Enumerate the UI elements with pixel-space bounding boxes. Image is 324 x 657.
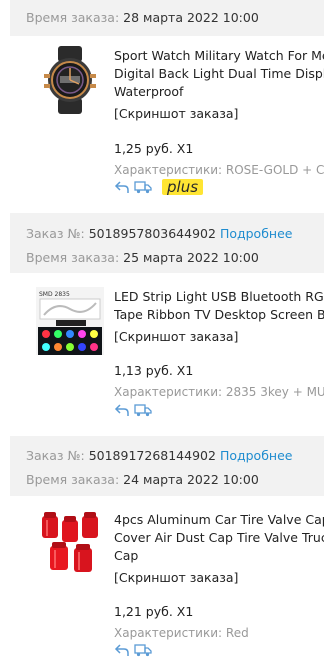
delivery-truck-icon[interactable] xyxy=(134,180,152,194)
item-title[interactable]: Sport Watch Military Watch For Me Digita… xyxy=(114,47,324,101)
order-details-link[interactable]: Подробнее xyxy=(220,448,293,463)
order-time-label: Время заказа: xyxy=(26,10,120,25)
order-screenshot-link[interactable]: [Скриншот заказа] xyxy=(114,106,238,121)
item-title-line: Cover Air Dust Cap Tire Valve Truck xyxy=(114,530,324,545)
item-title[interactable]: 4pcs Aluminum Car Tire Valve Caps Cover … xyxy=(114,511,324,565)
order-number-value: 5018957803644902 xyxy=(88,226,216,241)
item-price: 1,25 руб. X1 xyxy=(114,141,194,156)
order-item[interactable]: 4pcs Aluminum Car Tire Valve Caps Cover … xyxy=(10,496,324,657)
order-item[interactable]: SMD 2835 LED Strip Light USB Bluetooth R… xyxy=(10,273,324,423)
order-time-label: Время заказа: xyxy=(26,472,120,487)
order-number-label: Заказ №: xyxy=(26,226,85,241)
return-icon[interactable] xyxy=(114,180,130,194)
order-time-label: Время заказа: xyxy=(26,250,120,265)
order-screenshot-link[interactable]: [Скриншот заказа] xyxy=(114,329,238,344)
chars-label: Характеристики: xyxy=(114,385,223,399)
order-number-label: Заказ №: xyxy=(26,448,85,463)
chars-label: Характеристики: xyxy=(114,163,223,177)
item-price: 1,21 руб. X1 xyxy=(114,604,194,619)
item-characteristics: Характеристики: 2835 3key + MULT xyxy=(114,385,324,399)
order-item[interactable]: Sport Watch Military Watch For Me Digita… xyxy=(10,36,324,196)
item-icons xyxy=(114,402,152,418)
item-title-line: Cap xyxy=(114,548,139,563)
order-screenshot-link[interactable]: [Скриншот заказа] xyxy=(114,570,238,585)
chars-label: Характеристики: xyxy=(114,626,223,640)
order-time-value: 25 марта 2022 10:00 xyxy=(123,250,259,265)
item-title-line: Sport Watch Military Watch For Me xyxy=(114,48,324,63)
order-time-value: 24 марта 2022 10:00 xyxy=(123,472,259,487)
thumb-label: SMD 2835 xyxy=(39,291,70,298)
delivery-truck-icon[interactable] xyxy=(134,403,152,417)
item-title-line: Digital Back Light Dual Time Display xyxy=(114,66,324,81)
order-time-value: 28 марта 2022 10:00 xyxy=(123,10,259,25)
item-title[interactable]: LED Strip Light USB Bluetooth RGB Tape R… xyxy=(114,288,324,324)
item-characteristics: Характеристики: ROSE-GOLD + Chi xyxy=(114,163,324,177)
valve-caps-thumbnail-icon[interactable] xyxy=(36,510,104,578)
item-title-line: LED Strip Light USB Bluetooth RGB xyxy=(114,289,324,304)
item-icons: plus xyxy=(114,179,204,195)
plus-badge: plus xyxy=(162,179,204,195)
item-icons xyxy=(114,642,152,657)
order-number-value: 5018917268144902 xyxy=(88,448,216,463)
led-strip-thumbnail-icon[interactable]: SMD 2835 xyxy=(36,287,104,355)
delivery-truck-icon[interactable] xyxy=(134,643,152,657)
order-header: Заказ №: 5018917268144902 Подробнее Врем… xyxy=(10,436,324,496)
order-details-link[interactable]: Подробнее xyxy=(220,226,293,241)
item-characteristics: Характеристики: Red xyxy=(114,626,324,640)
order-header: Время заказа: 28 марта 2022 10:00 xyxy=(10,0,324,36)
item-title-line: Waterproof xyxy=(114,84,184,99)
chars-value: Red xyxy=(225,626,249,640)
order-header: Заказ №: 5018957803644902 Подробнее Врем… xyxy=(10,213,324,273)
return-icon[interactable] xyxy=(114,403,130,417)
item-price: 1,13 руб. X1 xyxy=(114,363,194,378)
chars-value: ROSE-GOLD + Chi xyxy=(225,163,324,177)
return-icon[interactable] xyxy=(114,643,130,657)
item-title-line: 4pcs Aluminum Car Tire Valve Caps xyxy=(114,512,324,527)
watch-thumbnail-icon[interactable] xyxy=(36,46,104,114)
item-title-line: Tape Ribbon TV Desktop Screen Ba xyxy=(114,307,324,322)
chars-value: 2835 3key + MULT xyxy=(225,385,324,399)
